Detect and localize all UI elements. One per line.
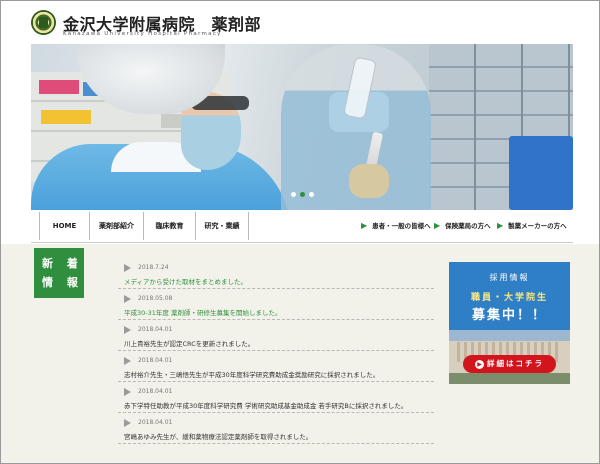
recruit-heading: 採用情報 xyxy=(489,273,530,282)
triangle-bullet-icon xyxy=(124,388,131,396)
triangle-bullet-icon xyxy=(124,264,131,272)
news-date: 2018.04.01 xyxy=(138,357,173,364)
slide-dot[interactable] xyxy=(290,192,296,197)
news-title-link[interactable]: メディアから受けた取材をまとめました。 xyxy=(124,276,247,286)
news-item[interactable]: 2018.04.01 志村裕介先生・三嶋悟先生が平成30年度科学研究費助成金奨励研… xyxy=(118,351,434,382)
arrow-right-icon: ▶ xyxy=(361,221,368,230)
news-item[interactable]: 2018.04.01 宮嶋あゆみ先生が、緩和薬物療法認定薬剤師を取得されました。 xyxy=(118,413,434,444)
play-circle-icon: ▶ xyxy=(475,360,484,369)
news-title-link[interactable]: 宮嶋あゆみ先生が、緩和薬物療法認定薬剤師を取得されました。 xyxy=(124,431,312,441)
recruit-banner[interactable]: 採用情報 職員・大学院生 募集中！！ ▶ 詳細はコチラ xyxy=(449,262,570,384)
main-nav: HOME 薬剤部紹介 臨床教育 研究・業績 ▶ 患者・一般の皆様へ ▶ 保険薬局の方… xyxy=(31,212,573,243)
triangle-bullet-icon xyxy=(124,357,131,365)
nav-link-patients[interactable]: ▶ 患者・一般の皆様へ xyxy=(361,212,431,240)
news-item[interactable]: 2018.04.01 川上貴裕先生が認定CRCを更新されました。 xyxy=(118,320,434,351)
nav-link-label: 保険薬局の方へ xyxy=(445,222,491,230)
arrow-right-icon: ▶ xyxy=(434,221,441,230)
triangle-bullet-icon xyxy=(124,326,131,334)
nav-link-label: 製薬メーカーの方へ xyxy=(508,222,567,230)
hero-box xyxy=(39,80,79,94)
news-date: 2018.04.01 xyxy=(138,388,173,395)
news-list: 2018.7.24 メディアから受けた取材をまとめました。 2018.05.08 平成… xyxy=(118,258,434,444)
slide-dot[interactable] xyxy=(299,192,305,197)
hero-slideshow[interactable] xyxy=(31,44,573,210)
triangle-bullet-icon xyxy=(124,419,131,427)
recruit-subheading: 職員・大学院生 xyxy=(470,293,548,303)
nav-home[interactable]: HOME xyxy=(39,212,89,240)
nav-education[interactable]: 臨床教育 xyxy=(143,212,195,240)
news-title-link[interactable]: 志村裕介先生・三嶋悟先生が平成30年度科学研究費助成金奨励研究に採択されました。 xyxy=(124,369,379,379)
news-date: 2018.04.01 xyxy=(138,419,173,426)
news-date: 2018.05.08 xyxy=(138,295,173,302)
nav-research[interactable]: 研究・業績 xyxy=(195,212,249,240)
slide-dot[interactable] xyxy=(308,192,314,197)
news-title-link[interactable]: 川上貴裕先生が認定CRCを更新されました。 xyxy=(124,338,254,348)
site-header: 金沢大学附属病院 薬剤部 Kanazawa University Hospita… xyxy=(30,8,570,42)
nav-about[interactable]: 薬剤部紹介 xyxy=(89,212,143,240)
arrow-right-icon: ▶ xyxy=(497,221,504,230)
news-date: 2018.04.01 xyxy=(138,326,173,333)
news-title-link[interactable]: 赤下学特任助教が平成30年度科学研究費 学術研究助成基金助成金 若手研究Bに採択… xyxy=(124,400,407,410)
hero-blue-tray xyxy=(509,136,573,210)
news-heading-line2: 情 報 xyxy=(42,276,83,289)
news-item[interactable]: 2018.04.01 赤下学特任助教が平成30年度科学研究費 学術研究助成基金助成… xyxy=(118,382,434,413)
university-seal-icon[interactable] xyxy=(31,10,56,35)
news-item[interactable]: 2018.7.24 メディアから受けた取材をまとめました。 xyxy=(118,258,434,289)
nav-link-manufacturers[interactable]: ▶ 製薬メーカーの方へ xyxy=(497,212,567,240)
nav-divider xyxy=(31,242,573,243)
recruit-details-button[interactable]: ▶ 詳細はコチラ xyxy=(463,355,556,373)
nav-link-pharmacies[interactable]: ▶ 保険薬局の方へ xyxy=(434,212,491,240)
nav-link-label: 患者・一般の皆様へ xyxy=(372,222,431,230)
recruit-title: 募集中！！ xyxy=(471,308,547,323)
news-heading-block: 新 着 情 報 xyxy=(34,248,84,298)
recruit-button-label: 詳細はコチラ xyxy=(487,359,544,368)
news-title-link[interactable]: 平成30-31年度 薬剤師・研修生募集を開始しました。 xyxy=(124,307,281,317)
triangle-bullet-icon xyxy=(124,295,131,303)
news-heading-line1: 新 着 xyxy=(42,257,83,270)
news-item[interactable]: 2018.05.08 平成30-31年度 薬剤師・研修生募集を開始しました。 xyxy=(118,289,434,320)
hero-box xyxy=(41,110,91,124)
news-date: 2018.7.24 xyxy=(138,264,169,271)
site-subtitle: Kanazawa University Hospital Pharmacy xyxy=(63,31,222,37)
slide-indicator xyxy=(31,192,573,197)
